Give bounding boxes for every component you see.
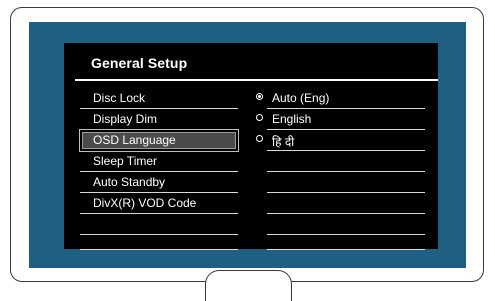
option-empty	[267, 193, 425, 214]
menu-item-label: DivX(R) VOD Code	[93, 196, 197, 210]
row-divider	[267, 249, 425, 250]
option-empty	[267, 151, 425, 172]
menu-item-label: Auto Standby	[93, 175, 166, 189]
radio-icon	[256, 114, 263, 121]
osd-menu: General Setup Disc Lock Display Dim OSD …	[64, 43, 438, 250]
option-auto-eng[interactable]: Auto (Eng)	[256, 88, 425, 109]
menu-item-empty	[80, 229, 238, 250]
row-divider	[80, 249, 238, 250]
option-english[interactable]: English	[256, 109, 425, 130]
menu-item-auto-standby[interactable]: Auto Standby	[80, 172, 238, 193]
radio-icon	[256, 135, 263, 142]
option-empty	[267, 229, 425, 250]
option-label: हि दी	[272, 135, 295, 149]
menu-title: General Setup	[91, 55, 188, 71]
tv-stand	[205, 270, 292, 301]
option-label: Auto (Eng)	[272, 91, 330, 105]
title-divider	[75, 79, 438, 81]
option-empty	[267, 172, 425, 193]
radio-selected-icon	[256, 93, 263, 100]
menu-item-disc-lock[interactable]: Disc Lock	[80, 88, 238, 109]
menu-item-label: Sleep Timer	[93, 154, 158, 168]
menu-item-osd-language[interactable]: OSD Language	[79, 129, 239, 152]
menu-item-display-dim[interactable]: Display Dim	[80, 109, 238, 130]
menu-item-label: Display Dim	[93, 112, 158, 126]
menu-item-label: Disc Lock	[93, 91, 146, 105]
menu-item-label: OSD Language	[93, 133, 176, 147]
menu-item-sleep-timer[interactable]: Sleep Timer	[80, 151, 238, 172]
option-label: English	[272, 112, 312, 126]
option-hindi[interactable]: हि दी	[256, 130, 425, 151]
menu-item-divx-vod-code[interactable]: DivX(R) VOD Code	[80, 193, 238, 214]
